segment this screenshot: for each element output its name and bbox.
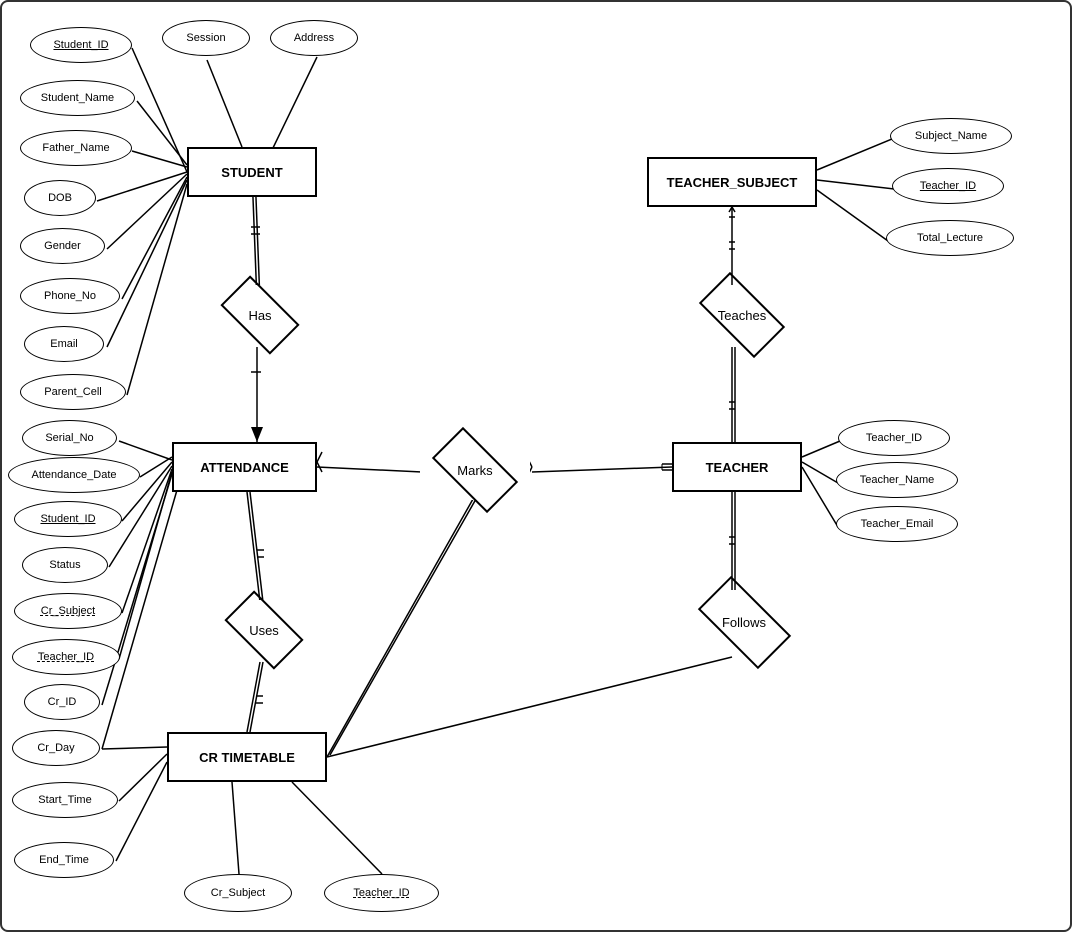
er-diagram-canvas: STUDENT ATTENDANCE CR TIMETABLE TEACHER … [0,0,1072,932]
teacher-id-ts-attr: Teacher_ID [892,168,1004,204]
parent-cell-attr: Parent_Cell [20,374,126,410]
end-time-attr: End_Time [14,842,114,878]
student-name-attr: Student_Name [20,80,135,116]
uses-relationship: Uses [214,600,314,660]
dob-attr: DOB [24,180,96,216]
teacher-id2-attr: Teacher_ID [324,874,439,912]
has-relationship: Has [210,285,310,345]
teacher-name-attr: Teacher_Name [836,462,958,498]
teaches-relationship: Teaches [687,285,797,345]
cr-timetable-entity: CR TIMETABLE [167,732,327,782]
address-attr: Address [270,20,358,56]
phone-no-attr: Phone_No [20,278,120,314]
follows-relationship: Follows [684,590,804,655]
student-entity: STUDENT [187,147,317,197]
status-attr: Status [22,547,108,583]
serial-no-attr: Serial_No [22,420,117,456]
attendance-entity: ATTENDANCE [172,442,317,492]
student-id2-attr: Student_ID [14,501,122,537]
cr-id-attr: Cr_ID [24,684,100,720]
teacher-id-t-attr: Teacher_ID [838,420,950,456]
teacher-subject-entity: TEACHER_SUBJECT [647,157,817,207]
subject-name-attr: Subject_Name [890,118,1012,154]
teacher-email-attr: Teacher_Email [836,506,958,542]
cr-subject2-attr: Cr_Subject [184,874,292,912]
teacher-id-att-attr: Teacher_ID [12,639,120,675]
session-attr: Session [162,20,250,56]
total-lecture-attr: Total_Lecture [886,220,1014,256]
teacher-entity: TEACHER [672,442,802,492]
cr-day-attr: Cr_Day [12,730,100,766]
attendance-date-attr: Attendance_Date [8,457,140,493]
email-attr: Email [24,326,104,362]
start-time-attr: Start_Time [12,782,118,818]
student-id-attr: Student_ID [30,27,132,63]
cr-subject-attr: Cr_Subject [14,593,122,629]
father-name-attr: Father_Name [20,130,132,166]
gender-attr: Gender [20,228,105,264]
marks-relationship: Marks [420,440,530,500]
